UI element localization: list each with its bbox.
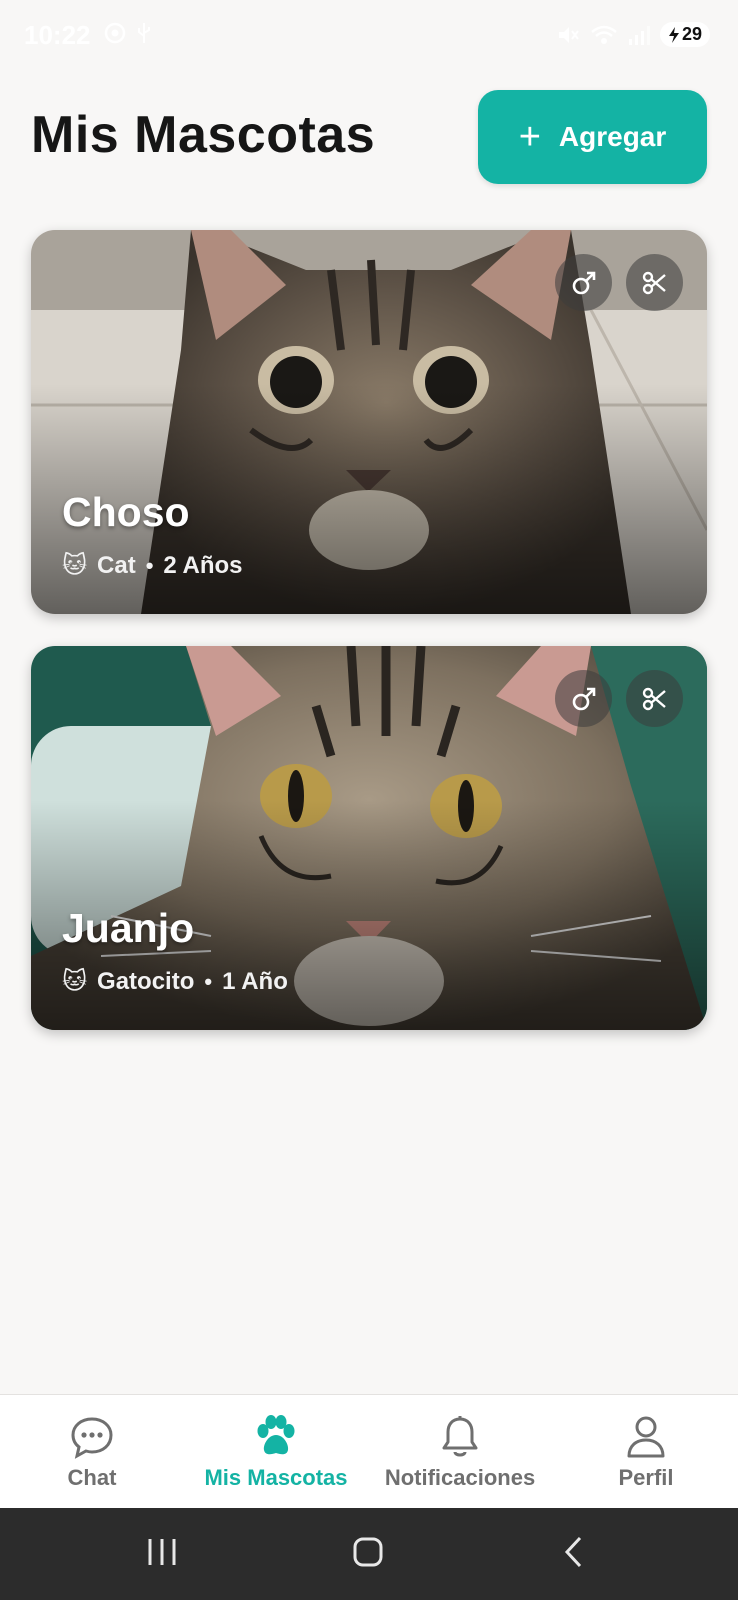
- nav-item-perfil[interactable]: Perfil: [554, 1395, 738, 1509]
- recents-icon[interactable]: [146, 1536, 178, 1573]
- user-icon: [626, 1415, 666, 1459]
- status-time: 10:22: [24, 20, 91, 50]
- pet-badges: [555, 670, 683, 727]
- neutered-scissors-icon: [626, 254, 683, 311]
- add-pet-button-label: Agregar: [558, 121, 667, 152]
- status-icons-right: 29: [556, 22, 710, 47]
- nav-label-mis-mascotas: Mis Mascotas: [204, 1465, 348, 1490]
- pet-name: Juanjo: [62, 905, 195, 951]
- home-icon[interactable]: [352, 1536, 384, 1573]
- system-nav-bar: [0, 1508, 738, 1600]
- meta-separator: •: [145, 552, 154, 578]
- bell-icon: [440, 1415, 480, 1459]
- nav-label-notificaciones: Notificaciones: [384, 1465, 536, 1490]
- nav-label-perfil: Perfil: [618, 1465, 674, 1490]
- pet-name: Choso: [62, 489, 190, 535]
- add-pet-button[interactable]: + Agregar: [478, 90, 707, 184]
- wifi-icon: [590, 24, 618, 46]
- plus-icon: +: [518, 116, 541, 158]
- back-icon[interactable]: [562, 1536, 586, 1573]
- pet-meta: 🐱 Gatocito • 1 Año: [62, 967, 288, 996]
- status-icons-left: [104, 22, 152, 44]
- bottom-nav: Chat Mis Mascotas Notificaciones Perfil: [0, 1394, 738, 1508]
- nav-item-chat[interactable]: Chat: [0, 1395, 184, 1509]
- cat-icon: 🐱: [62, 968, 88, 995]
- status-bar: 10:22 29: [0, 0, 738, 70]
- battery-icon: 29: [659, 22, 710, 47]
- cat-icon: 🐱: [62, 552, 88, 579]
- pet-age: 1 Año: [222, 967, 288, 995]
- meta-separator: •: [204, 968, 213, 994]
- signal-icon: [628, 24, 650, 46]
- pet-species: Cat: [97, 551, 136, 579]
- pet-age: 2 Años: [163, 551, 243, 579]
- paw-icon: [253, 1415, 299, 1459]
- page-title: Mis Mascotas: [31, 106, 376, 164]
- usb-icon: [136, 22, 152, 44]
- pet-meta: 🐱 Cat • 2 Años: [62, 551, 243, 580]
- male-icon: [555, 670, 612, 727]
- neutered-scissors-icon: [626, 670, 683, 727]
- nav-label-chat: Chat: [67, 1465, 117, 1490]
- chat-bubble-icon: [70, 1415, 114, 1459]
- mute-icon: [556, 24, 580, 46]
- screen-record-icon: [104, 22, 126, 44]
- pet-card[interactable]: Juanjo 🐱 Gatocito • 1 Año: [31, 646, 707, 1030]
- pet-badges: [555, 254, 683, 311]
- pet-species: Gatocito: [97, 967, 195, 995]
- pet-card[interactable]: Choso 🐱 Cat • 2 Años: [31, 230, 707, 614]
- nav-item-mis-mascotas[interactable]: Mis Mascotas: [184, 1395, 368, 1509]
- nav-item-notificaciones[interactable]: Notificaciones: [368, 1395, 552, 1509]
- battery-level: 29: [681, 24, 702, 44]
- male-icon: [555, 254, 612, 311]
